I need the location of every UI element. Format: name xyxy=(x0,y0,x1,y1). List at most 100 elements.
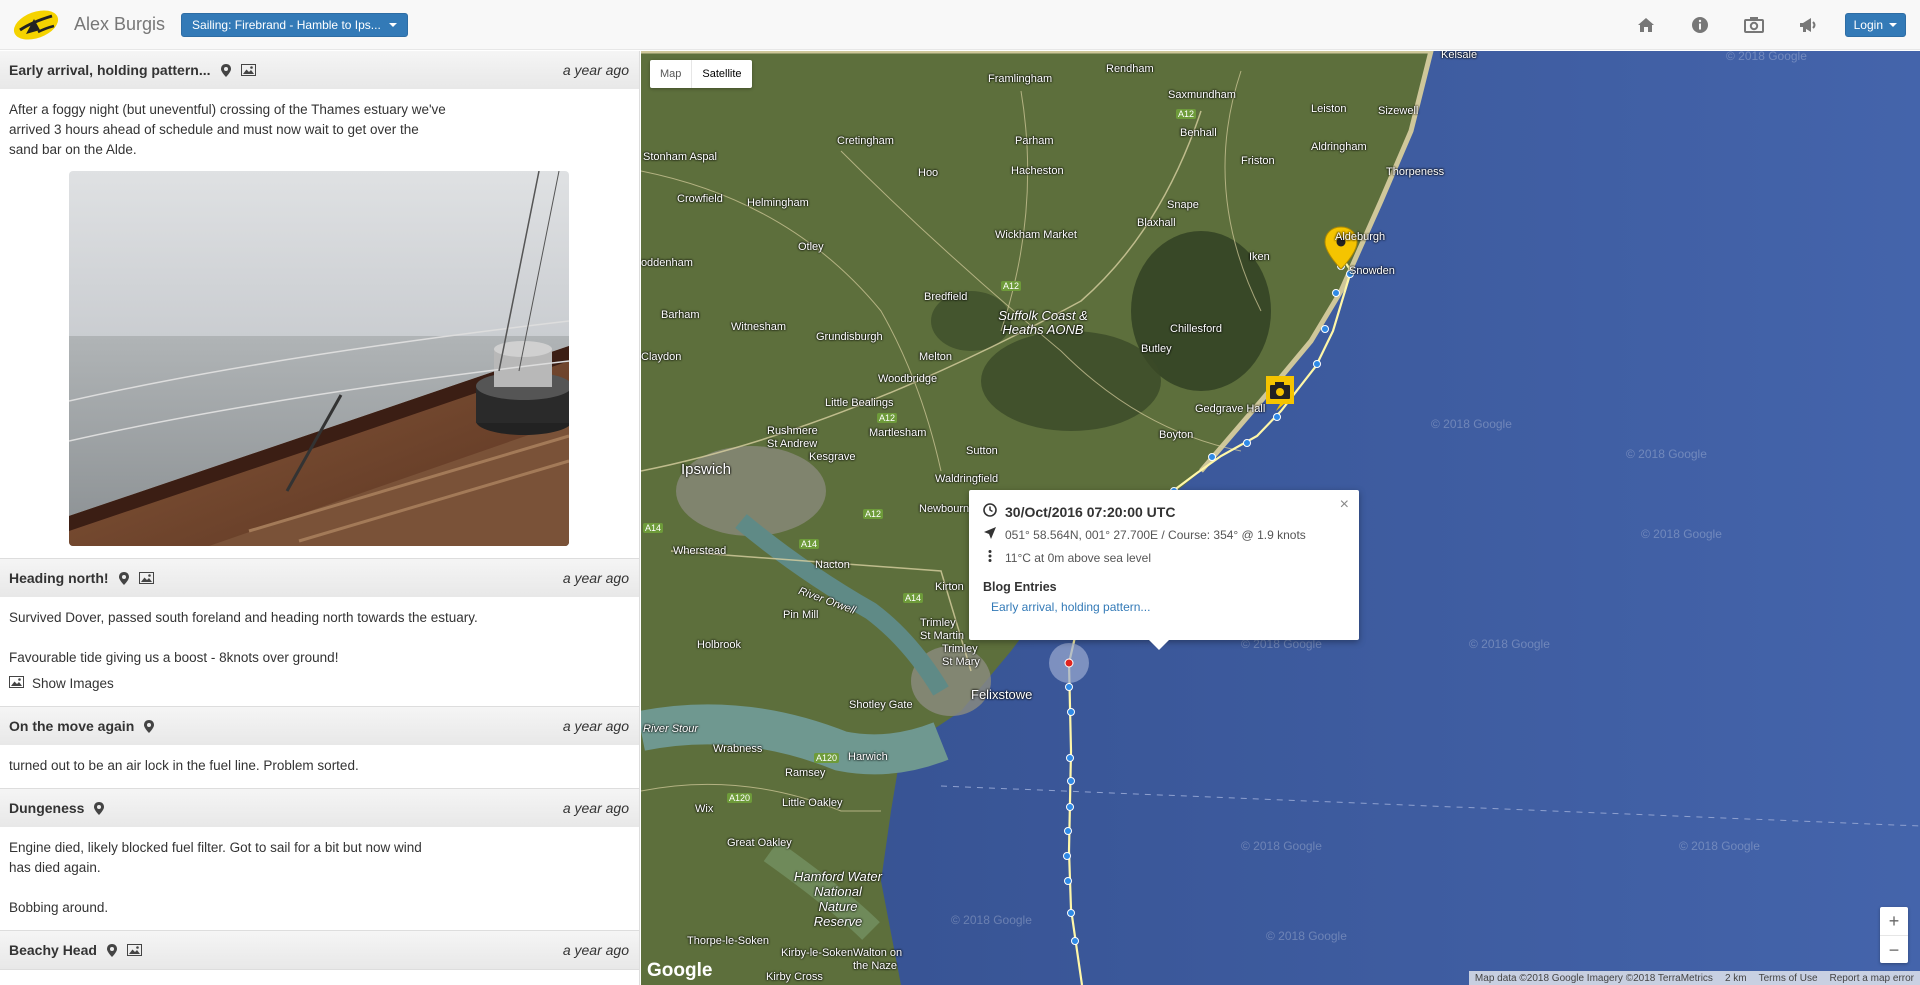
road-badge: A12 xyxy=(1001,281,1022,291)
home-icon[interactable] xyxy=(1619,0,1673,50)
scale-bar[interactable]: 2 km xyxy=(1719,973,1753,984)
info-blog-heading: Blog Entries xyxy=(983,580,1057,594)
place-label: Snowden xyxy=(1349,265,1395,277)
map-marker-icon[interactable] xyxy=(144,719,155,733)
entry-text: has died again. xyxy=(9,860,101,875)
picture-icon[interactable] xyxy=(240,64,256,76)
clock-icon xyxy=(983,503,997,520)
entry-title[interactable]: Dungeness xyxy=(9,800,84,816)
close-icon[interactable]: × xyxy=(1340,496,1349,514)
login-label: Login xyxy=(1853,18,1883,32)
map-watermark: © 2018 Google xyxy=(1641,527,1722,541)
place-label: Little Bealings xyxy=(825,397,894,409)
place-label: Sutton xyxy=(966,445,998,457)
map-marker-icon[interactable] xyxy=(118,571,129,585)
road-badge: A120 xyxy=(727,793,753,803)
place-label: Blaxhall xyxy=(1137,217,1176,229)
road-badge: A12 xyxy=(877,413,898,423)
map-type-satellite-button[interactable]: Satellite xyxy=(691,60,751,88)
place-label: Iken xyxy=(1249,251,1270,263)
place-label: Waldringfield xyxy=(935,473,999,485)
navbar: Alex Burgis Sailing: Firebrand - Hamble … xyxy=(0,0,1920,50)
place-label: Hoo xyxy=(918,167,939,179)
brand-logo[interactable] xyxy=(12,9,60,40)
place-label: Claydon xyxy=(641,351,682,363)
blog-sidebar[interactable]: Early arrival, holding pattern... a year… xyxy=(0,51,640,985)
entry-header[interactable]: On the move again a year ago xyxy=(0,707,639,745)
road-badge: A12 xyxy=(1176,109,1197,119)
caret-down-icon xyxy=(1889,23,1897,27)
place-label: Great Oakley xyxy=(727,837,792,849)
entry-text: Bobbing around. xyxy=(9,900,109,915)
terms-link[interactable]: Terms of Use xyxy=(1753,973,1824,984)
trip-selector-label: Sailing: Firebrand - Hamble to Ips... xyxy=(192,17,381,32)
picture-icon[interactable] xyxy=(138,572,154,584)
blog-entry: Beachy Head a year ago xyxy=(0,931,639,970)
camera-icon[interactable] xyxy=(1727,0,1781,50)
place-label: Pin Mill xyxy=(783,609,819,621)
login-button[interactable]: Login xyxy=(1844,13,1906,37)
place-label: Grundisburgh xyxy=(816,331,883,343)
entry-text: Favourable tide giving us a boost - 8kno… xyxy=(9,650,339,665)
zoom-in-button[interactable]: + xyxy=(1880,907,1908,935)
entry-header[interactable]: Beachy Head a year ago xyxy=(0,931,639,969)
road-badge: A14 xyxy=(643,523,664,533)
map-marker-icon[interactable] xyxy=(106,943,117,957)
place-label: Parham xyxy=(1015,135,1054,147)
place-label: Kelsale xyxy=(1441,51,1478,61)
place-label: Rushmere St Andrew xyxy=(767,425,818,450)
map-marker-icon[interactable] xyxy=(220,63,231,77)
place-label: Kirton xyxy=(935,581,964,593)
map-watermark: © 2018 Google xyxy=(1679,839,1760,853)
map-watermark: © 2018 Google xyxy=(1469,637,1550,651)
place-label: Friston xyxy=(1241,155,1275,167)
entry-body: After a foggy night (but uneventful) cro… xyxy=(0,89,639,558)
info-position: 051° 58.564N, 001° 27.700E / Course: 354… xyxy=(1005,527,1306,542)
entry-title[interactable]: Heading north! xyxy=(9,570,109,586)
entry-text: Survived Dover, passed south foreland an… xyxy=(9,610,478,625)
map-watermark: © 2018 Google xyxy=(951,913,1032,927)
zoom-out-button[interactable]: − xyxy=(1880,935,1908,963)
place-label: Kirby-le-Soken xyxy=(781,947,854,959)
place-label: Aldeburgh xyxy=(1335,231,1386,243)
place-label: Boyton xyxy=(1159,429,1194,441)
place-label: Chillesford xyxy=(1170,323,1222,335)
place-label: Thorpe-le-Soken xyxy=(687,935,769,947)
trip-selector-dropdown[interactable]: Sailing: Firebrand - Hamble to Ips... xyxy=(181,12,408,37)
place-label: Little Oakley xyxy=(782,797,843,809)
entry-text: After a foggy night (but uneventful) cro… xyxy=(9,102,446,117)
entry-title[interactable]: Beachy Head xyxy=(9,942,97,958)
map-marker-icon[interactable] xyxy=(94,801,105,815)
info-weather: 11°C at 0m above sea level xyxy=(1005,550,1151,565)
place-label: Nacton xyxy=(815,559,850,571)
place-label: Newbourne xyxy=(919,503,976,515)
info-blog-link[interactable]: Early arrival, holding pattern... xyxy=(991,600,1345,614)
entry-photo[interactable] xyxy=(69,171,569,546)
brand-name[interactable]: Alex Burgis xyxy=(74,14,165,35)
place-label: Martlesham xyxy=(869,427,927,439)
picture-icon[interactable] xyxy=(126,944,142,956)
entry-title[interactable]: Early arrival, holding pattern... xyxy=(9,62,211,78)
entry-header[interactable]: Heading north! a year ago xyxy=(0,559,639,597)
bullhorn-icon[interactable] xyxy=(1781,0,1835,50)
place-label: Trimley St Mary xyxy=(942,643,980,668)
map-attribution: Map data ©2018 Google Imagery ©2018 Terr… xyxy=(1468,971,1920,985)
entry-text: arrived 3 hours ahead of schedule and mu… xyxy=(9,122,419,137)
info-icon[interactable] xyxy=(1673,0,1727,50)
place-label: Aldringham xyxy=(1311,141,1367,153)
map-info-window: × 30/Oct/2016 07:20:00 UTC 051° 58.564N,… xyxy=(969,490,1359,650)
entry-body: Survived Dover, passed south foreland an… xyxy=(0,597,639,706)
entry-title[interactable]: On the move again xyxy=(9,718,134,734)
show-images-button[interactable]: Show Images xyxy=(9,674,630,694)
entry-time: a year ago xyxy=(562,942,629,958)
report-error-link[interactable]: Report a map error xyxy=(1824,973,1920,984)
entry-header[interactable]: Early arrival, holding pattern... a year… xyxy=(0,51,639,89)
place-label: Stonham Aspal xyxy=(643,151,717,163)
navigation-arrow-icon xyxy=(983,526,997,543)
place-label: Wickham Market xyxy=(995,229,1077,241)
zoom-control: + − xyxy=(1880,907,1908,963)
map-type-control: Map Satellite xyxy=(650,60,752,88)
entry-header[interactable]: Dungeness a year ago xyxy=(0,789,639,827)
map-canvas[interactable]: Kelsale Framlingham Rendham Saxmundham L… xyxy=(641,51,1920,985)
map-type-map-button[interactable]: Map xyxy=(650,60,691,88)
